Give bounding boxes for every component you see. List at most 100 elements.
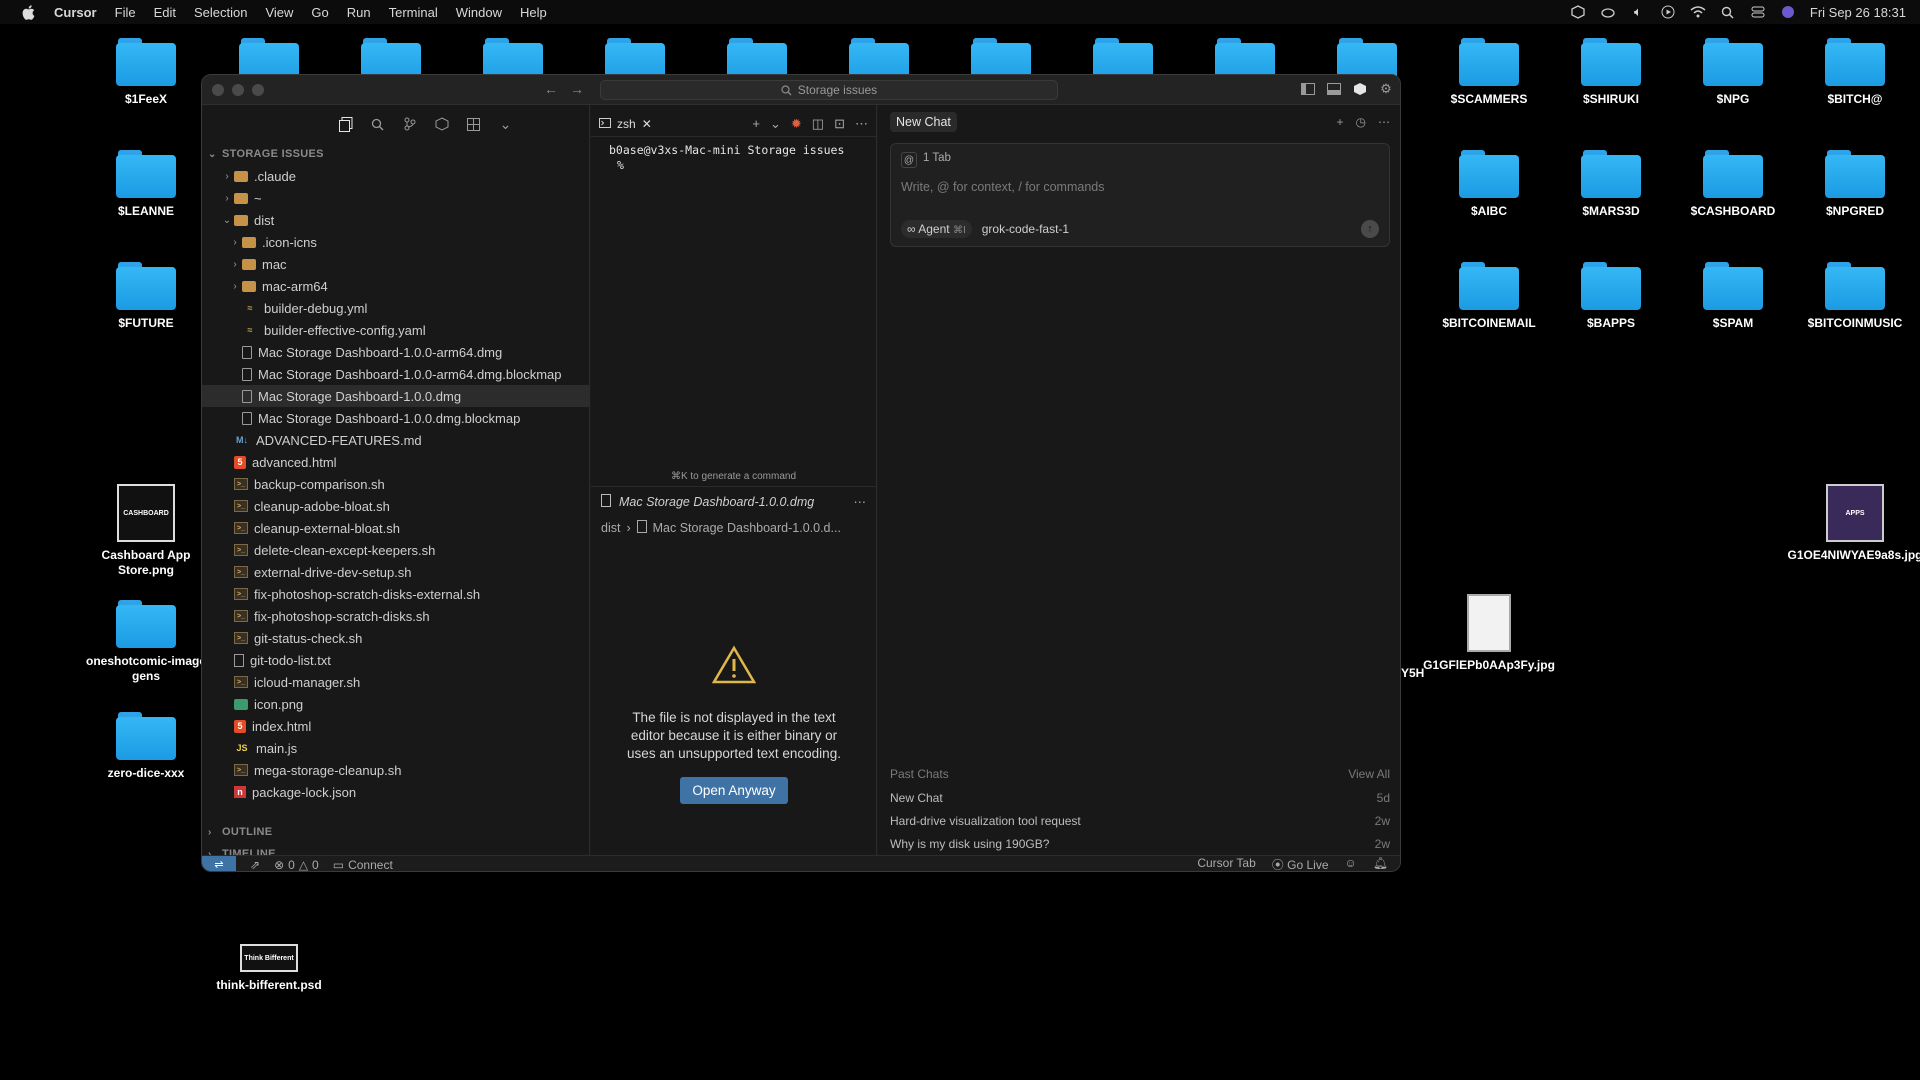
sparkle-icon[interactable]: ✹ xyxy=(791,116,802,132)
tree-file-row[interactable]: JS main.js xyxy=(202,737,589,759)
desktop-image-file[interactable]: CASHBOARD Cashboard App Store.png xyxy=(84,484,208,578)
terminal-output[interactable]: b0ase@v3xs-Mac-mini Storage issues % xyxy=(591,137,876,467)
source-control-icon[interactable] xyxy=(402,116,418,132)
tree-file-row[interactable]: git-todo-list.txt xyxy=(202,649,589,671)
command-center-search[interactable]: Storage issues xyxy=(600,80,1058,100)
model-selector[interactable]: grok-code-fast-1 xyxy=(982,222,1069,236)
tree-file-row[interactable]: ≈ builder-debug.yml xyxy=(202,297,589,319)
go-live-button[interactable]: ⦿ Go Live xyxy=(1272,856,1329,871)
chat-input-placeholder[interactable]: Write, @ for context, / for commands xyxy=(901,180,1105,194)
tree-file-row[interactable]: >_ mega-storage-cleanup.sh xyxy=(202,759,589,781)
settings-gear-icon[interactable]: ⚙ xyxy=(1378,81,1394,97)
chat-tab-title[interactable]: New Chat xyxy=(890,112,957,132)
tree-file-row[interactable]: >_ git-status-check.sh xyxy=(202,627,589,649)
desktop-folder[interactable]: $NPGRED xyxy=(1793,150,1917,219)
cube-status-icon[interactable] xyxy=(1570,4,1586,20)
search-icon[interactable] xyxy=(370,116,386,132)
forward-arrow-icon[interactable]: → xyxy=(570,81,584,97)
breadcrumb-folder[interactable]: dist xyxy=(601,521,620,535)
tree-folder-row[interactable]: › mac-arm64 xyxy=(202,275,589,297)
minimize-window-button[interactable] xyxy=(232,84,244,96)
tree-file-row[interactable]: >_ icloud-manager.sh xyxy=(202,671,589,693)
menu-app-name[interactable]: Cursor xyxy=(54,5,97,20)
menu-selection[interactable]: Selection xyxy=(194,5,247,20)
desktop-folder[interactable]: oneshotcomic-image gens xyxy=(84,600,208,684)
close-icon[interactable]: ✕ xyxy=(642,117,652,131)
tree-file-row[interactable]: Mac Storage Dashboard-1.0.0.dmg.blockmap xyxy=(202,407,589,429)
cursor-logo-icon[interactable] xyxy=(1352,81,1368,97)
tree-file-row[interactable]: n package-lock.json xyxy=(202,781,589,803)
chat-composer[interactable]: @ 1 Tab Write, @ for context, / for comm… xyxy=(890,143,1390,247)
chevron-down-icon[interactable]: ⌄ xyxy=(498,116,514,132)
editor-tab-label[interactable]: Mac Storage Dashboard-1.0.0.dmg xyxy=(619,495,814,509)
toggle-panel-icon[interactable] xyxy=(1326,81,1342,97)
desktop-folder[interactable]: $SPAM xyxy=(1671,262,1795,331)
lock-icon[interactable]: ⊡ xyxy=(834,116,845,132)
volume-icon[interactable]: 🔈︎ xyxy=(1630,4,1646,20)
open-anyway-button[interactable]: Open Anyway xyxy=(680,777,788,804)
tree-file-row[interactable]: >_ delete-clean-except-keepers.sh xyxy=(202,539,589,561)
menu-edit[interactable]: Edit xyxy=(154,5,176,20)
copilot-icon[interactable]: ☺ xyxy=(1345,856,1357,871)
toggle-sidebar-icon[interactable] xyxy=(1300,81,1316,97)
desktop-folder[interactable]: $MARS3D xyxy=(1549,150,1673,219)
tree-folder-row[interactable]: › .claude xyxy=(202,165,589,187)
menu-file[interactable]: File xyxy=(115,5,136,20)
desktop-image-file[interactable]: G1GFlEPb0AAp3Fy.jpg xyxy=(1423,594,1555,673)
new-terminal-plus-icon[interactable]: + xyxy=(752,116,760,132)
spotlight-search-icon[interactable] xyxy=(1720,4,1736,20)
more-actions-icon[interactable]: ⋯ xyxy=(854,494,867,509)
more-actions-icon[interactable]: ⋯ xyxy=(855,116,868,132)
desktop-folder[interactable]: $SCAMMERS xyxy=(1427,38,1551,107)
tree-folder-row[interactable]: › .icon-icns xyxy=(202,231,589,253)
cursor-tab-status[interactable]: Cursor Tab xyxy=(1197,856,1255,871)
cloud-status-icon[interactable] xyxy=(1600,4,1616,20)
rocket-icon[interactable]: ⇗ xyxy=(250,858,260,872)
tree-file-row[interactable]: >_ fix-photoshop-scratch-disks.sh xyxy=(202,605,589,627)
desktop-folder[interactable]: zero-dice-xxx xyxy=(84,712,208,781)
tree-folder-row[interactable]: ⌄ dist xyxy=(202,209,589,231)
tree-file-row[interactable]: ≈ builder-effective-config.yaml xyxy=(202,319,589,341)
desktop-folder[interactable]: $NPG xyxy=(1671,38,1795,107)
view-all-link[interactable]: View All xyxy=(1348,767,1390,781)
add-context-button[interactable]: @ xyxy=(901,152,917,168)
desktop-folder[interactable]: $FUTURE xyxy=(84,262,208,331)
problems-indicator[interactable]: ⊗ 0 △ 0 xyxy=(274,858,319,872)
back-arrow-icon[interactable]: ← xyxy=(544,81,558,97)
history-icon[interactable]: ◷ xyxy=(1356,115,1366,129)
desktop-folder[interactable]: $1FeeX xyxy=(84,38,208,107)
tree-file-row[interactable]: Mac Storage Dashboard-1.0.0-arm64.dmg.bl… xyxy=(202,363,589,385)
context-tab-chip[interactable]: 1 Tab xyxy=(923,152,951,168)
menu-terminal[interactable]: Terminal xyxy=(389,5,438,20)
desktop-folder[interactable]: $CASHBOARD xyxy=(1671,150,1795,219)
tree-file-row[interactable]: >_ external-drive-dev-setup.sh xyxy=(202,561,589,583)
desktop-psd-file[interactable]: Think Bifferent think-bifferent.psd xyxy=(207,944,331,993)
past-chats-header[interactable]: Past Chats xyxy=(890,767,949,781)
zoom-window-button[interactable] xyxy=(252,84,264,96)
tree-file-row[interactable]: >_ cleanup-external-bloat.sh xyxy=(202,517,589,539)
bell-icon[interactable]: 🔔︎ xyxy=(1373,856,1388,871)
past-chat-item[interactable]: Why is my disk using 190GB? 2w xyxy=(890,837,1390,851)
tree-file-row[interactable]: M↓ ADVANCED-FEATURES.md xyxy=(202,429,589,451)
menu-run[interactable]: Run xyxy=(347,5,371,20)
wifi-icon[interactable] xyxy=(1690,4,1706,20)
past-chat-item[interactable]: Hard-drive visualization tool request 2w xyxy=(890,814,1390,828)
remote-indicator-icon[interactable]: ⇌ xyxy=(202,855,236,871)
explorer-files-icon[interactable] xyxy=(338,116,354,132)
outline-section-header[interactable]: › OUTLINE xyxy=(202,821,272,843)
tree-file-row[interactable]: Mac Storage Dashboard-1.0.0-arm64.dmg xyxy=(202,341,589,363)
tree-file-row[interactable]: icon.png xyxy=(202,693,589,715)
more-actions-icon[interactable]: ⋯ xyxy=(1378,115,1390,129)
desktop-folder[interactable]: $AIBC xyxy=(1427,150,1551,219)
extensions-icon[interactable] xyxy=(466,116,482,132)
tree-folder-row[interactable]: › ~ xyxy=(202,187,589,209)
menu-go[interactable]: Go xyxy=(311,5,328,20)
chevron-down-icon[interactable]: ⌄ xyxy=(770,116,781,132)
breadcrumb-file[interactable]: Mac Storage Dashboard-1.0.0.d... xyxy=(653,521,841,535)
tree-file-row[interactable]: 5 advanced.html xyxy=(202,451,589,473)
desktop-folder[interactable]: $SHIRUKI xyxy=(1549,38,1673,107)
desktop-folder[interactable]: $BITCOINMUSIC xyxy=(1793,262,1917,331)
past-chat-item[interactable]: New Chat 5d xyxy=(890,791,1390,805)
tree-file-row[interactable]: Mac Storage Dashboard-1.0.0.dmg xyxy=(202,385,589,407)
close-window-button[interactable] xyxy=(212,84,224,96)
